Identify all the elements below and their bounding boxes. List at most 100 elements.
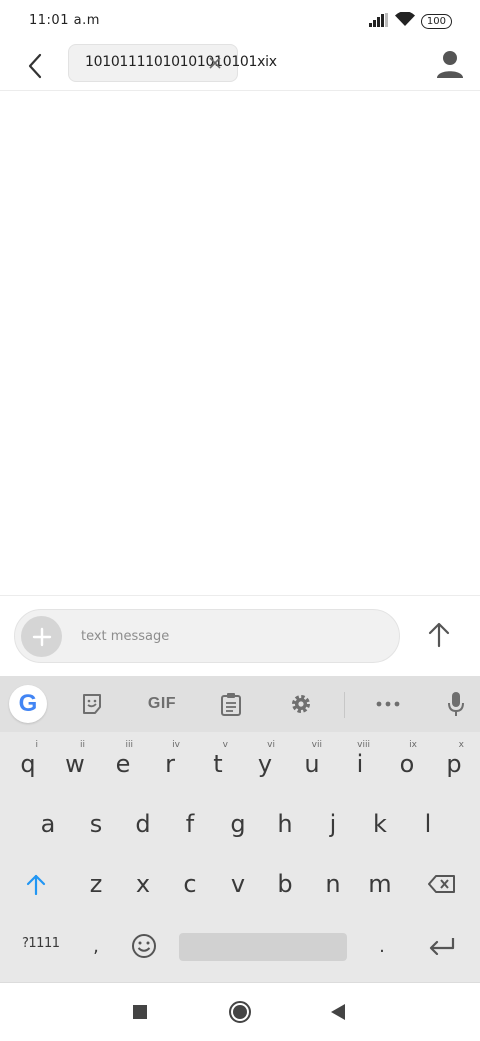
key-hint: iii	[125, 740, 133, 750]
key-t[interactable]: tv	[196, 736, 240, 792]
key-s[interactable]: s	[74, 796, 118, 852]
keyboard: G GIF q i w ii e iii r iv t v y vi u vii…	[0, 676, 480, 982]
key-hint: viii	[357, 740, 370, 750]
voice-input-button[interactable]	[440, 688, 472, 720]
key-hint: ii	[79, 740, 85, 750]
key-z[interactable]: z	[74, 856, 118, 912]
back-button[interactable]	[20, 51, 50, 81]
back-nav-button[interactable]	[323, 997, 353, 1027]
key-y[interactable]: y vi	[243, 736, 287, 792]
backspace-icon	[428, 875, 455, 893]
key-label: o	[399, 750, 415, 778]
sticker-button[interactable]	[76, 688, 108, 720]
space-key[interactable]	[179, 933, 347, 961]
google-icon: G	[18, 690, 38, 717]
key-d[interactable]: d	[121, 796, 165, 852]
key-v[interactable]: v	[216, 856, 260, 912]
emoji-key[interactable]	[122, 918, 166, 974]
period-key[interactable]: .	[360, 918, 404, 974]
attach-button[interactable]	[21, 616, 62, 657]
back-arrow-icon	[28, 53, 42, 79]
recipient-chip[interactable]: 10101111010101010101xix	[68, 44, 277, 82]
microphone-icon	[448, 692, 464, 716]
conversation-header: 10101111010101010101xix	[0, 42, 480, 91]
key-k[interactable]: k	[358, 796, 402, 852]
key-w[interactable]: w ii	[53, 736, 97, 792]
key-hint: vii	[311, 740, 322, 750]
key-o[interactable]: o ix	[385, 736, 429, 792]
send-arrow-icon[interactable]	[424, 620, 454, 650]
key-label: e	[115, 750, 131, 778]
clipboard-icon	[221, 693, 241, 716]
toolbar-separator	[344, 692, 345, 718]
enter-key[interactable]	[420, 918, 464, 974]
home-button[interactable]	[225, 997, 255, 1027]
triangle-back-icon	[331, 1004, 345, 1020]
recents-button[interactable]	[125, 997, 155, 1027]
gif-label: GIF	[147, 695, 177, 712]
settings-button[interactable]	[285, 688, 317, 720]
shift-arrow-icon	[26, 874, 46, 895]
key-x[interactable]: x	[121, 856, 165, 912]
key-a[interactable]: a	[26, 796, 70, 852]
key-f[interactable]: f	[168, 796, 212, 852]
battery-indicator: 100	[420, 14, 452, 29]
key-h[interactable]: h	[263, 796, 307, 852]
message-list[interactable]	[0, 91, 480, 595]
message-input[interactable]: text message	[81, 629, 169, 644]
compose-bar[interactable]: text message	[14, 609, 400, 663]
backspace-key[interactable]	[420, 856, 464, 912]
key-l[interactable]: l	[406, 796, 450, 852]
key-e[interactable]: e iii	[101, 736, 145, 792]
key-label: y	[257, 750, 273, 778]
home-circle-icon	[229, 1001, 251, 1023]
key-hint: v	[222, 740, 228, 750]
key-j[interactable]: j	[311, 796, 355, 852]
system-nav-bar	[0, 982, 480, 1041]
key-label: t	[213, 750, 223, 778]
key-hint: iv	[172, 740, 180, 750]
key-n[interactable]: n	[311, 856, 355, 912]
recipient-chip-label: 10101111010101010101xix	[85, 54, 277, 70]
status-bar: 11:01 a.m 100	[0, 0, 480, 42]
key-label: r	[165, 750, 175, 778]
more-button[interactable]	[372, 688, 404, 720]
key-hint: x	[458, 740, 464, 750]
symbols-key[interactable]: ?1111	[22, 936, 60, 951]
shift-key[interactable]	[14, 856, 58, 912]
comma-key[interactable]: ,	[74, 918, 118, 974]
status-time: 11:01 a.m	[29, 13, 100, 28]
emoji-icon	[132, 934, 156, 958]
google-button[interactable]: G	[9, 685, 47, 723]
key-q[interactable]: qi	[6, 736, 50, 792]
status-icons: 100	[368, 11, 452, 31]
key-g[interactable]: g	[216, 796, 260, 852]
wifi-icon	[394, 11, 415, 31]
gif-button[interactable]: GIF	[145, 688, 179, 720]
key-label: q	[20, 750, 36, 778]
compose-divider	[0, 595, 480, 596]
sticker-icon	[83, 694, 101, 714]
key-b[interactable]: b	[263, 856, 307, 912]
key-m[interactable]: m	[358, 856, 402, 912]
key-label: i	[356, 750, 364, 778]
key-label: w	[65, 750, 85, 778]
more-horizontal-icon	[376, 701, 400, 707]
key-c[interactable]: c	[168, 856, 212, 912]
plus-icon	[32, 627, 51, 646]
close-icon[interactable]	[207, 55, 223, 71]
square-icon	[133, 1005, 147, 1019]
key-hint: ix	[409, 740, 417, 750]
gear-icon	[292, 695, 310, 713]
key-r[interactable]: r iv	[148, 736, 192, 792]
clipboard-button[interactable]	[215, 688, 247, 720]
key-u[interactable]: u vii	[290, 736, 334, 792]
key-p[interactable]: px	[432, 736, 476, 792]
signal-icon	[368, 12, 389, 31]
key-hint: vi	[267, 740, 275, 750]
key-i[interactable]: i viii	[338, 736, 382, 792]
keyboard-toolbar: G GIF	[0, 676, 480, 732]
person-icon[interactable]	[436, 49, 464, 79]
enter-arrow-icon	[429, 938, 455, 955]
key-label: p	[446, 750, 462, 778]
